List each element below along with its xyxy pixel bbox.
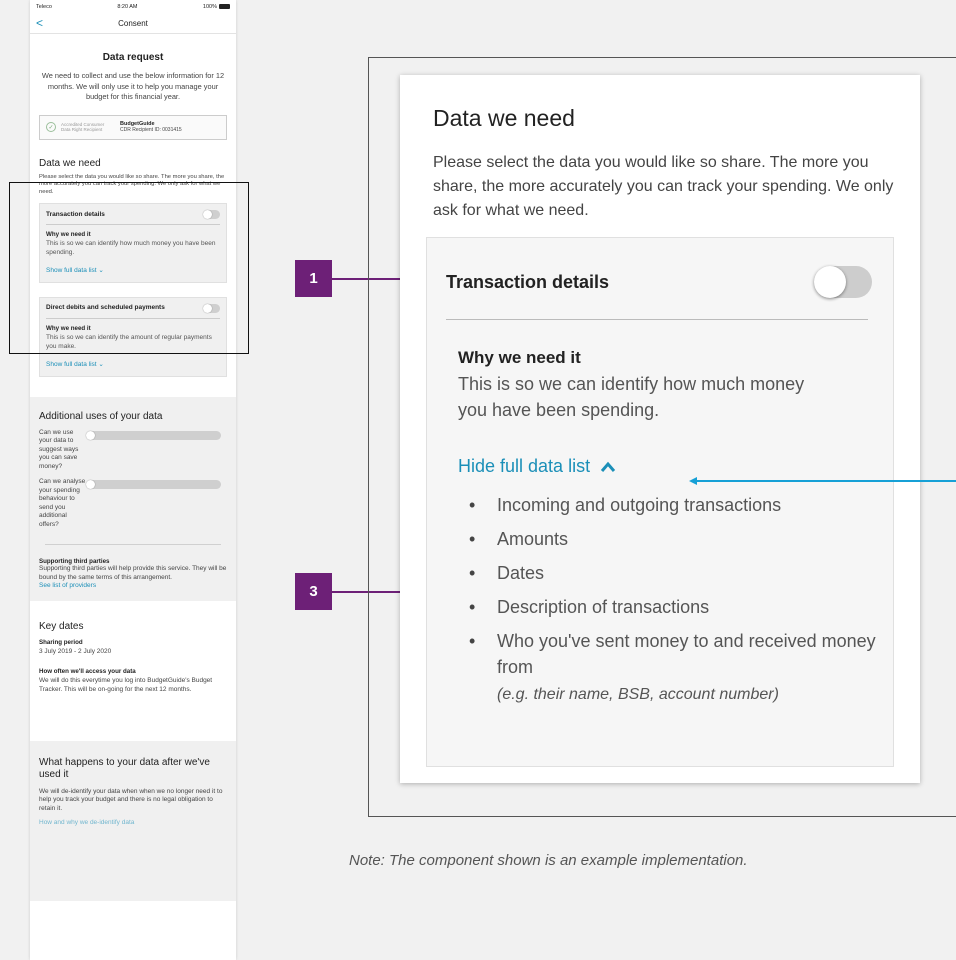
list-item: Who you've sent money to and received mo… xyxy=(469,628,879,708)
sharing-period-label: Sharing period xyxy=(39,638,83,646)
data-need-title: Data we need xyxy=(39,157,101,169)
list-item: Amounts xyxy=(469,526,879,552)
zoom-why-title: Why we need it xyxy=(458,348,581,367)
list-item-example: (e.g. their name, BSB, account number) xyxy=(497,686,779,703)
zoom-why-body: This is so we can identify how much mone… xyxy=(458,374,805,420)
deidentify-link[interactable]: How and why we de-identify data xyxy=(39,819,227,828)
offers-toggle[interactable] xyxy=(86,480,221,490)
callout-1: 1 xyxy=(295,260,332,297)
additional-uses-section: Additional uses of your data Can we use … xyxy=(30,396,236,601)
key-dates-title: Key dates xyxy=(39,620,84,632)
access-frequency-label: How often we'll access your data xyxy=(39,668,136,676)
battery-icon xyxy=(218,4,230,10)
after-use-body: We will de-identify your data when when … xyxy=(39,787,223,812)
blue-arrow-line xyxy=(696,480,956,482)
zoom-intro: Please select the data you would like so… xyxy=(433,154,894,219)
list-item: Incoming and outgoing transactions xyxy=(469,492,879,518)
data-list: Incoming and outgoing transactions Amoun… xyxy=(469,492,879,716)
request-body: We need to collect and use the below inf… xyxy=(41,71,225,101)
key-dates-section: Key dates Sharing period 3 July 2019 - 2… xyxy=(30,601,236,741)
providers-link[interactable]: See list of providers xyxy=(39,582,227,591)
hide-data-list-link[interactable]: Hide full data list xyxy=(458,456,616,477)
divider xyxy=(45,544,221,546)
zoom-card: Data we need Please select the data you … xyxy=(400,75,920,783)
question-save-money: Can we use your data to suggest ways you… xyxy=(39,428,79,470)
show-data-list-link[interactable]: Show full data list ⌄ xyxy=(46,360,220,368)
nav-bar: < Consent xyxy=(30,14,236,34)
chevron-up-icon xyxy=(600,461,616,472)
chevron-down-icon: ⌄ xyxy=(98,360,104,368)
after-use-title: What happens to your data after we've us… xyxy=(39,756,210,781)
sharing-period-value: 3 July 2019 - 2 July 2020 xyxy=(39,647,112,655)
third-parties-body: Supporting third parties will help provi… xyxy=(39,565,227,581)
transaction-details-panel: Transaction details Why we need it This … xyxy=(426,237,894,767)
nav-title: Consent xyxy=(118,19,148,28)
carrier-label: Teleco xyxy=(36,4,52,10)
list-item: Description of transactions xyxy=(469,594,879,620)
status-bar: Teleco 8:20 AM 100% xyxy=(30,0,236,14)
back-icon[interactable]: < xyxy=(36,16,43,30)
access-frequency-body: We will do this everytime you log into B… xyxy=(39,677,213,693)
phone-screen: Teleco 8:20 AM 100% < Consent Data reque… xyxy=(30,0,236,960)
accreditation-badge: ✓ Accredited Consumer Data Right Recipie… xyxy=(39,114,227,140)
transaction-details-label: Transaction details xyxy=(446,272,610,292)
clock-label: 8:20 AM xyxy=(117,4,138,10)
transaction-details-toggle[interactable] xyxy=(814,266,872,298)
recipient-id: CDR Recipient ID: 0031415 xyxy=(120,127,182,133)
battery-indicator: 100% xyxy=(203,4,230,10)
save-money-toggle[interactable] xyxy=(86,430,221,440)
accreditation-label: Accredited Consumer Data Right Recipient xyxy=(61,121,105,133)
request-title: Data request xyxy=(102,52,164,63)
third-parties-title: Supporting third parties xyxy=(39,558,110,566)
additional-title: Additional uses of your data xyxy=(39,410,163,422)
zoom-title: Data we need xyxy=(433,105,575,131)
callout-3: 3 xyxy=(295,573,332,610)
question-offers: Can we analyse your spending behaviour t… xyxy=(39,478,86,528)
after-use-section: What happens to your data after we've us… xyxy=(30,740,236,901)
footnote: Note: The component shown is an example … xyxy=(349,852,748,869)
list-item: Dates xyxy=(469,560,879,586)
check-circle-icon: ✓ xyxy=(46,122,56,132)
highlight-frame xyxy=(9,182,249,354)
